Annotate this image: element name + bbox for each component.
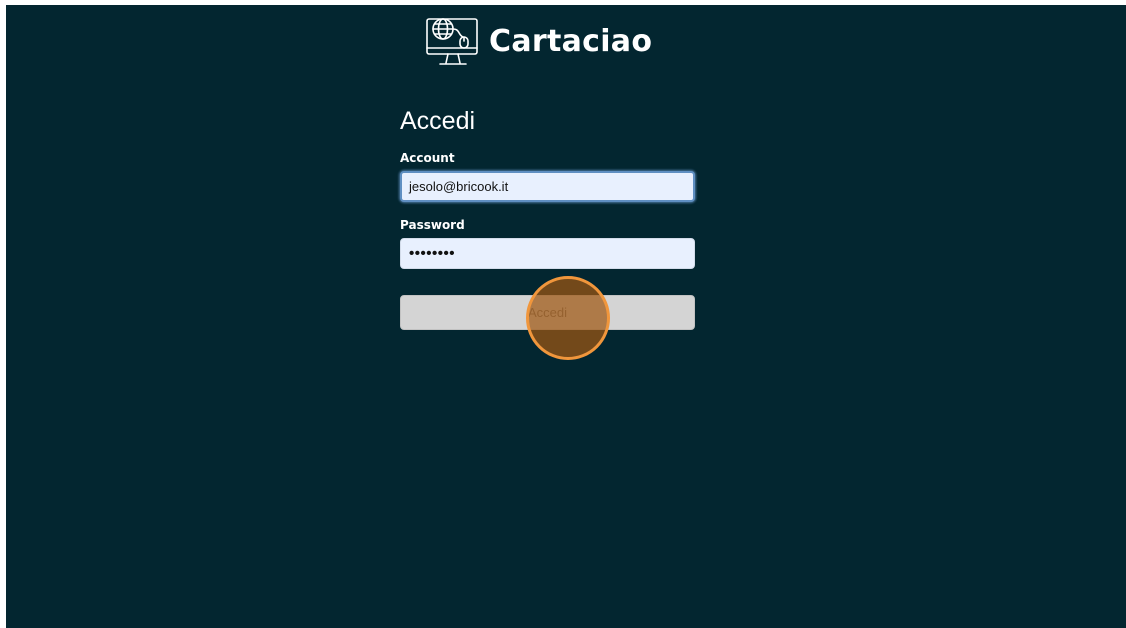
password-label: Password — [400, 218, 465, 232]
account-input[interactable]: jesolo@bricook.it — [400, 171, 695, 202]
login-button[interactable]: Accedi — [400, 295, 695, 330]
brand-logo: Cartaciao — [424, 14, 652, 70]
password-input[interactable]: •••••••• — [400, 238, 695, 269]
account-label: Account — [400, 151, 455, 165]
page-title: Accedi — [400, 107, 476, 135]
computer-globe-mouse-icon — [426, 18, 478, 65]
login-page: Cartaciao Accedi Account jesolo@bricook.… — [6, 5, 1126, 628]
brand-name: Cartaciao — [489, 24, 653, 59]
